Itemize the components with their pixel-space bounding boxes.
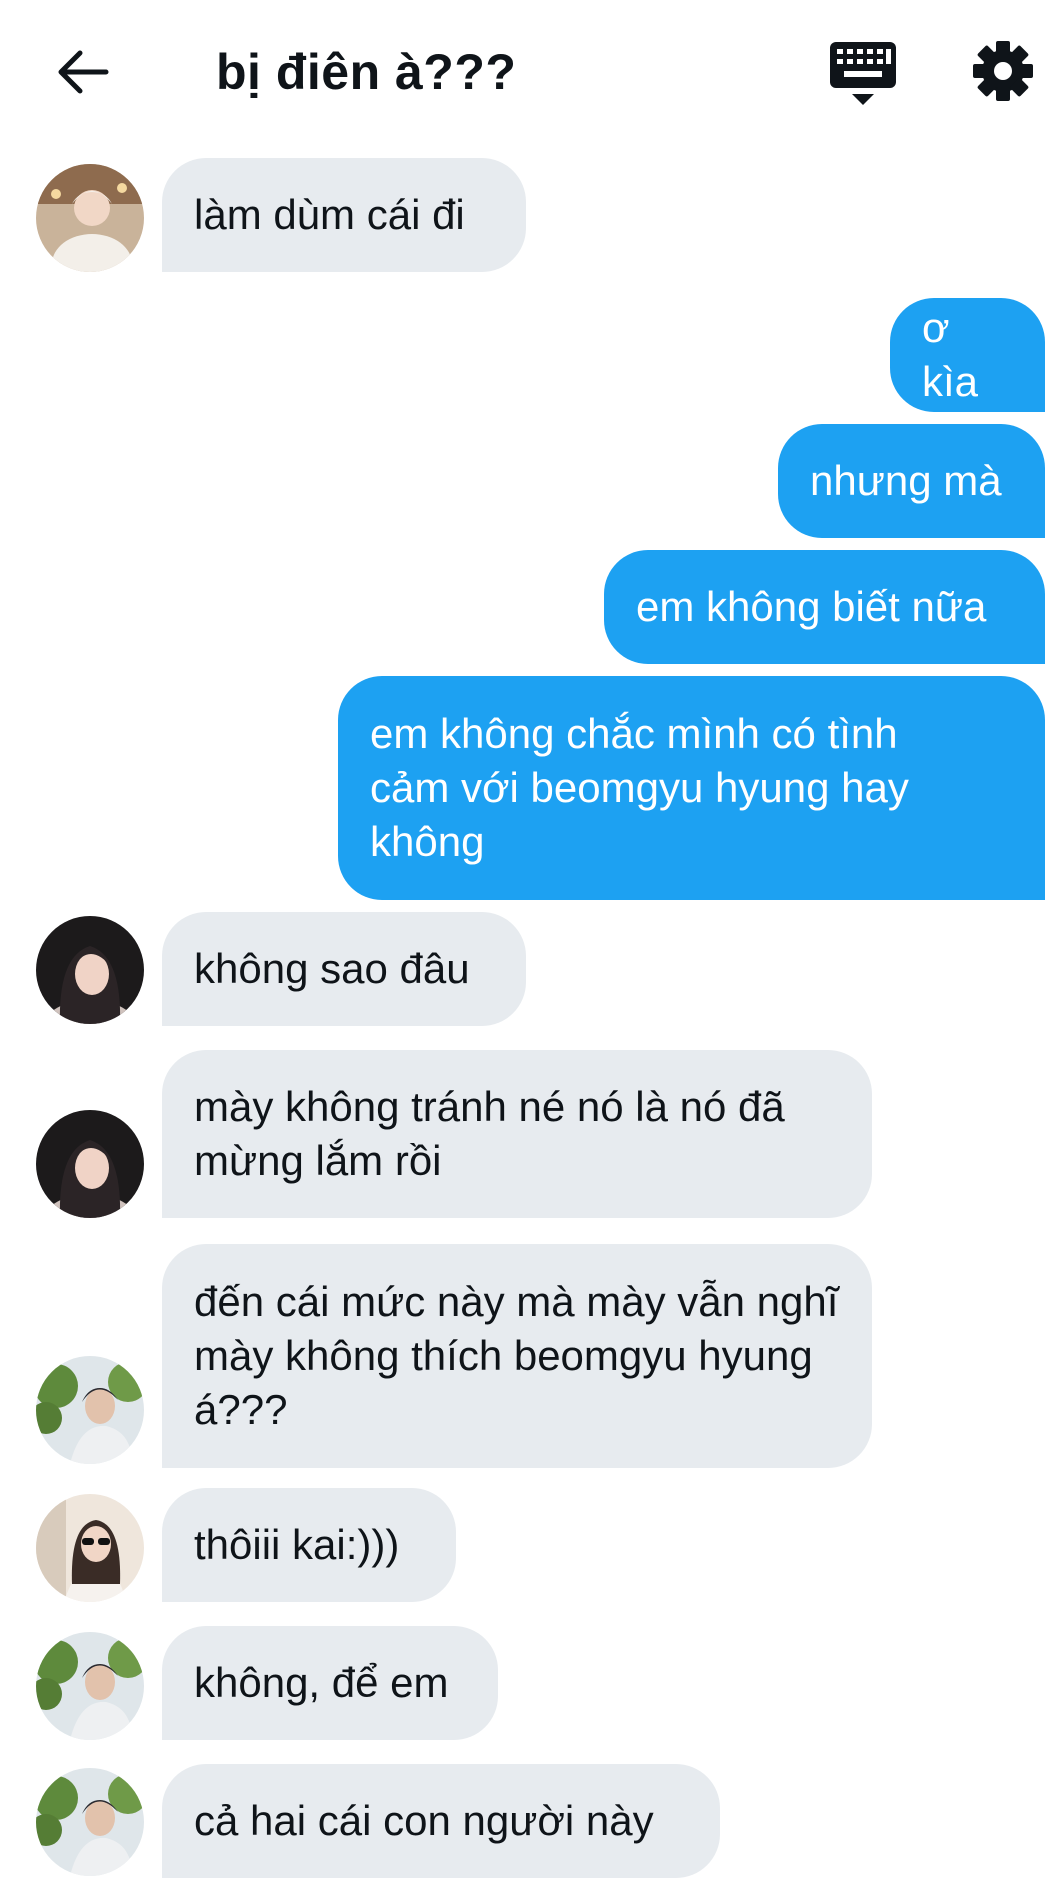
message-bubble-outgoing[interactable]: nhưng mà <box>778 424 1045 538</box>
message-bubble-incoming[interactable]: mày không tránh né nó là nó đã mừng lắm … <box>162 1050 872 1218</box>
keyboard-icon <box>830 42 896 105</box>
message-bubble-incoming[interactable]: làm dùm cái đi <box>162 158 526 272</box>
message-bubble-incoming[interactable]: cả hai cái con người này <box>162 1764 720 1878</box>
message-text: không, để em <box>194 1659 449 1706</box>
conversation-title: bị điên à??? <box>216 44 517 100</box>
keyboard-button[interactable] <box>828 38 898 108</box>
message-bubble-incoming[interactable]: thôiii kai:))) <box>162 1488 456 1602</box>
message-text: cả hai cái con người này <box>194 1797 654 1844</box>
settings-button[interactable] <box>970 38 1036 104</box>
message-text: nhưng mà <box>810 457 1002 504</box>
avatar-sender-dark-hair[interactable] <box>36 916 144 1024</box>
message-text: em không biết nữa <box>636 583 987 630</box>
message-text: không sao đâu <box>194 945 470 992</box>
avatar-sender-plants-background[interactable] <box>36 1632 144 1740</box>
message-text: thôiii kai:))) <box>194 1521 400 1568</box>
message-bubble-incoming[interactable]: không sao đâu <box>162 912 526 1026</box>
message-text: đến cái mức này mà mày vẫn nghĩ mày khôn… <box>194 1278 839 1433</box>
avatar-sender-dark-hair[interactable] <box>36 1110 144 1218</box>
message-bubble-outgoing[interactable]: em không chắc mình có tình cảm với beomg… <box>338 676 1045 900</box>
avatar-sender-plants-background[interactable] <box>36 1768 144 1876</box>
message-text: làm dùm cái đi <box>194 191 465 238</box>
message-bubble-incoming[interactable]: không, để em <box>162 1626 498 1740</box>
message-bubble-outgoing[interactable]: em không biết nữa <box>604 550 1045 664</box>
arrow-left-icon <box>58 50 109 94</box>
message-text: em không chắc mình có tình cảm với beomg… <box>370 710 909 865</box>
back-button[interactable] <box>52 40 116 104</box>
avatar-sender-white-outfit[interactable] <box>36 164 144 272</box>
message-bubble-outgoing[interactable]: ơ kìa <box>890 298 1045 412</box>
message-text: ơ kìa <box>922 304 979 405</box>
message-text: mày không tránh né nó là nó đã mừng lắm … <box>194 1083 785 1184</box>
gear-icon <box>973 41 1033 101</box>
avatar-sender-sunglasses[interactable] <box>36 1494 144 1602</box>
chat-header: bị điên à??? <box>0 0 1061 140</box>
message-bubble-incoming[interactable]: đến cái mức này mà mày vẫn nghĩ mày khôn… <box>162 1244 872 1468</box>
avatar-sender-plants-background[interactable] <box>36 1356 144 1464</box>
